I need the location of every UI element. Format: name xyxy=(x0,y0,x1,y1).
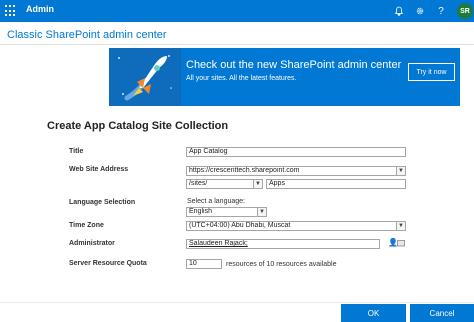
time-zone-value: (UTC+04:00) Abu Dhabi, Muscat xyxy=(189,222,291,229)
administrator-input[interactable]: Salaudeen Rajack; xyxy=(186,239,380,249)
language-value: English xyxy=(189,208,212,215)
server-resource-quota-label: Server Resource Quota xyxy=(69,260,147,267)
try-it-now-button[interactable]: Try it now xyxy=(408,63,455,81)
chevron-down-icon[interactable]: ▼ xyxy=(253,180,262,188)
suite-bar: Admin ? SR xyxy=(0,0,474,22)
help-icon[interactable]: ? xyxy=(433,3,449,19)
path-value: /sites/ xyxy=(189,180,208,187)
banner-subtitle: All your sites. All the latest features. xyxy=(186,75,297,82)
app-name[interactable]: Admin xyxy=(26,4,54,14)
rocket-icon xyxy=(109,48,181,106)
quota-suffix: resources of 10 resources available xyxy=(226,261,337,268)
divider xyxy=(0,44,474,45)
time-zone-label: Time Zone xyxy=(69,222,104,229)
footer-divider xyxy=(0,302,474,303)
ok-button[interactable]: OK xyxy=(341,304,406,322)
gear-icon[interactable] xyxy=(412,3,428,19)
administrator-label: Administrator xyxy=(69,240,115,247)
title-input[interactable]: App Catalog xyxy=(186,147,406,157)
web-site-address-label: Web Site Address xyxy=(69,166,129,173)
quota-input[interactable]: 10 xyxy=(186,259,222,269)
form-heading: Create App Catalog Site Collection xyxy=(47,120,229,132)
waffle-icon[interactable] xyxy=(5,5,17,17)
page-title: Classic SharePoint admin center xyxy=(7,29,167,41)
domain-value: https://crescenttech.sharepoint.com xyxy=(189,167,300,174)
bell-icon[interactable] xyxy=(391,3,407,19)
language-label: Language Selection xyxy=(69,199,136,206)
promo-banner: Check out the new SharePoint admin cente… xyxy=(109,48,460,106)
avatar[interactable]: SR xyxy=(457,3,473,19)
chevron-down-icon[interactable]: ▼ xyxy=(257,208,266,216)
language-select[interactable]: English ▼ xyxy=(186,207,267,217)
time-zone-select[interactable]: (UTC+04:00) Abu Dhabi, Muscat ▼ xyxy=(186,221,406,231)
site-name-input[interactable]: Apps xyxy=(266,179,406,189)
banner-title: Check out the new SharePoint admin cente… xyxy=(186,59,402,71)
chevron-down-icon[interactable]: ▼ xyxy=(396,167,405,175)
administrator-value: Salaudeen Rajack; xyxy=(189,240,248,247)
chevron-down-icon[interactable]: ▼ xyxy=(396,222,405,230)
browse-icon[interactable] xyxy=(397,239,405,249)
domain-select[interactable]: https://crescenttech.sharepoint.com ▼ xyxy=(186,166,406,176)
cancel-button[interactable]: Cancel xyxy=(410,304,474,322)
language-hint: Select a language: xyxy=(187,198,245,205)
path-select[interactable]: /sites/ ▼ xyxy=(186,179,263,189)
title-label: Title xyxy=(69,148,84,155)
